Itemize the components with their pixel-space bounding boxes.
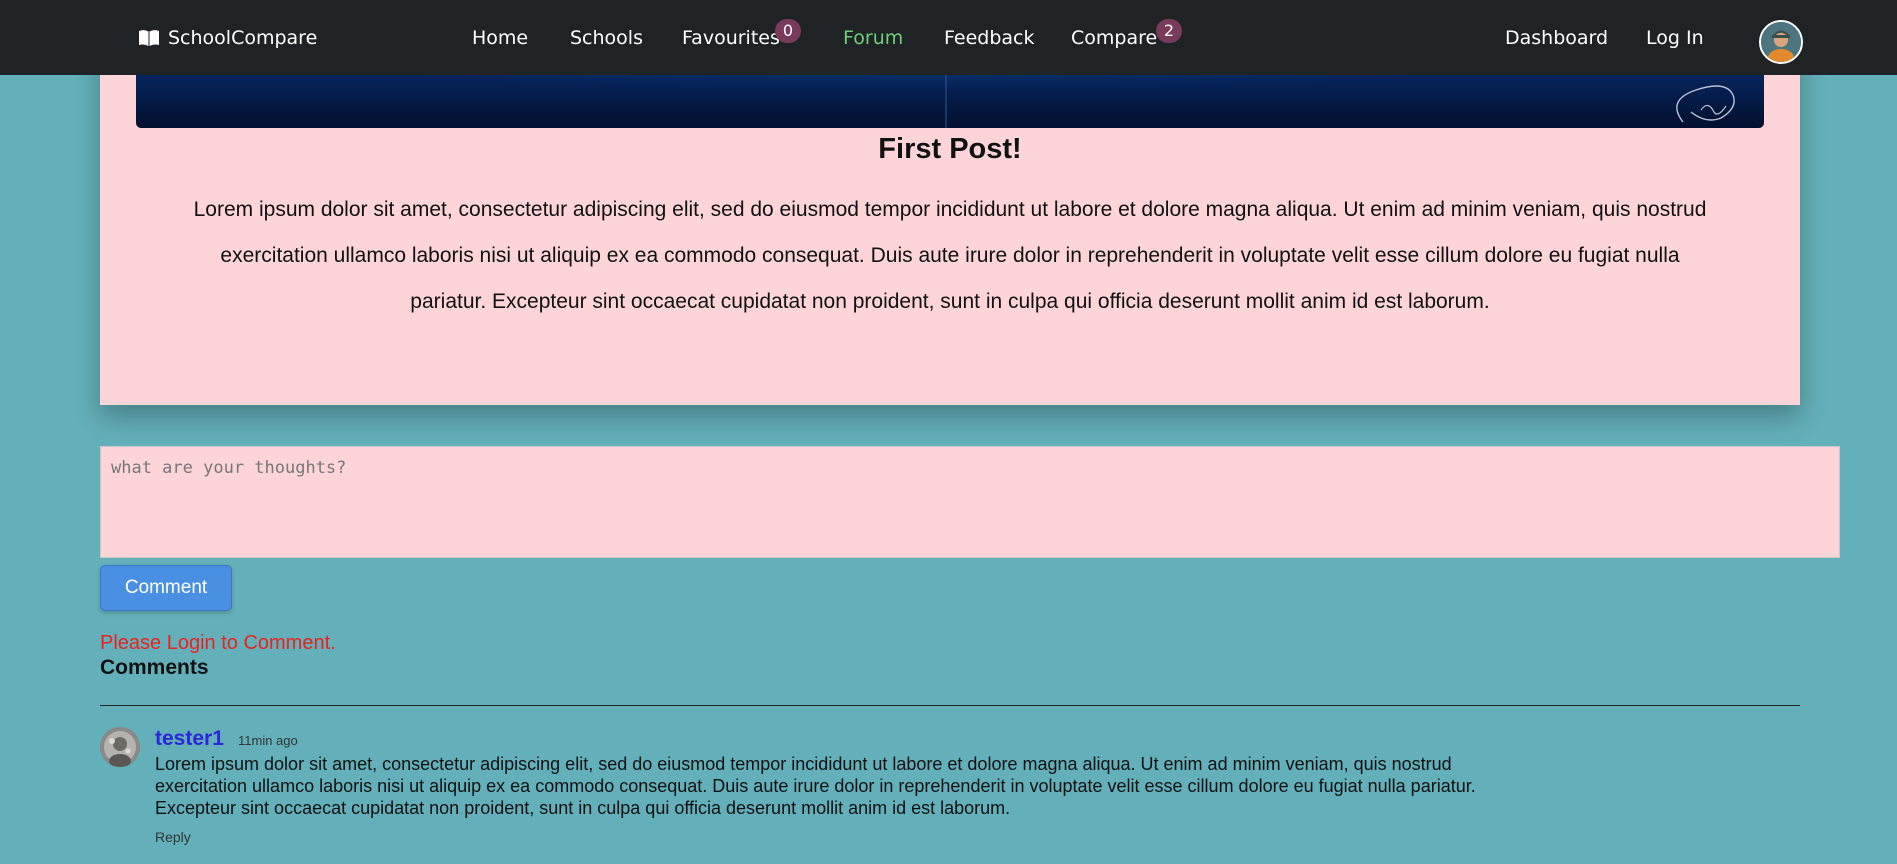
person-icon	[1761, 22, 1801, 62]
nav-schools[interactable]: Schools	[570, 27, 643, 49]
comment-button[interactable]: Comment	[100, 565, 232, 611]
top-navbar: SchoolCompare Home Schools Favourites 0 …	[0, 0, 1897, 75]
comments-divider	[100, 705, 1800, 706]
person-icon	[100, 727, 140, 767]
post-title: First Post!	[878, 133, 1022, 165]
compare-count-badge: 2	[1156, 19, 1182, 43]
open-book-icon	[139, 30, 159, 46]
comment-author[interactable]: tester1	[155, 727, 224, 751]
post-body: Lorem ipsum dolor sit amet, consectetur …	[193, 198, 1707, 313]
comment-input[interactable]	[100, 446, 1840, 558]
nav-dashboard[interactable]: Dashboard	[1505, 27, 1608, 49]
nav-forum[interactable]: Forum	[843, 27, 903, 49]
favourites-count-badge: 0	[775, 19, 801, 43]
nav-favourites[interactable]: Favourites 0	[682, 19, 801, 49]
nav-compare[interactable]: Compare 2	[1071, 19, 1182, 49]
login-warning: Please Login to Comment.	[100, 632, 336, 654]
comment-avatar	[100, 727, 140, 767]
nav-login[interactable]: Log In	[1646, 27, 1704, 49]
reply-link[interactable]: Reply	[155, 829, 191, 845]
user-avatar[interactable]	[1759, 20, 1803, 64]
brand-link[interactable]: SchoolCompare	[138, 27, 317, 49]
nav-feedback[interactable]: Feedback	[944, 27, 1034, 49]
nav-favourites-label: Favourites	[682, 27, 780, 49]
nav-home[interactable]: Home	[472, 27, 528, 49]
comment-text: Lorem ipsum dolor sit amet, consectetur …	[155, 754, 1476, 818]
brand-name: SchoolCompare	[168, 27, 318, 49]
nav-compare-label: Compare	[1071, 27, 1158, 49]
comment-timestamp: 11min ago	[238, 733, 298, 748]
comments-heading: Comments	[100, 656, 209, 679]
